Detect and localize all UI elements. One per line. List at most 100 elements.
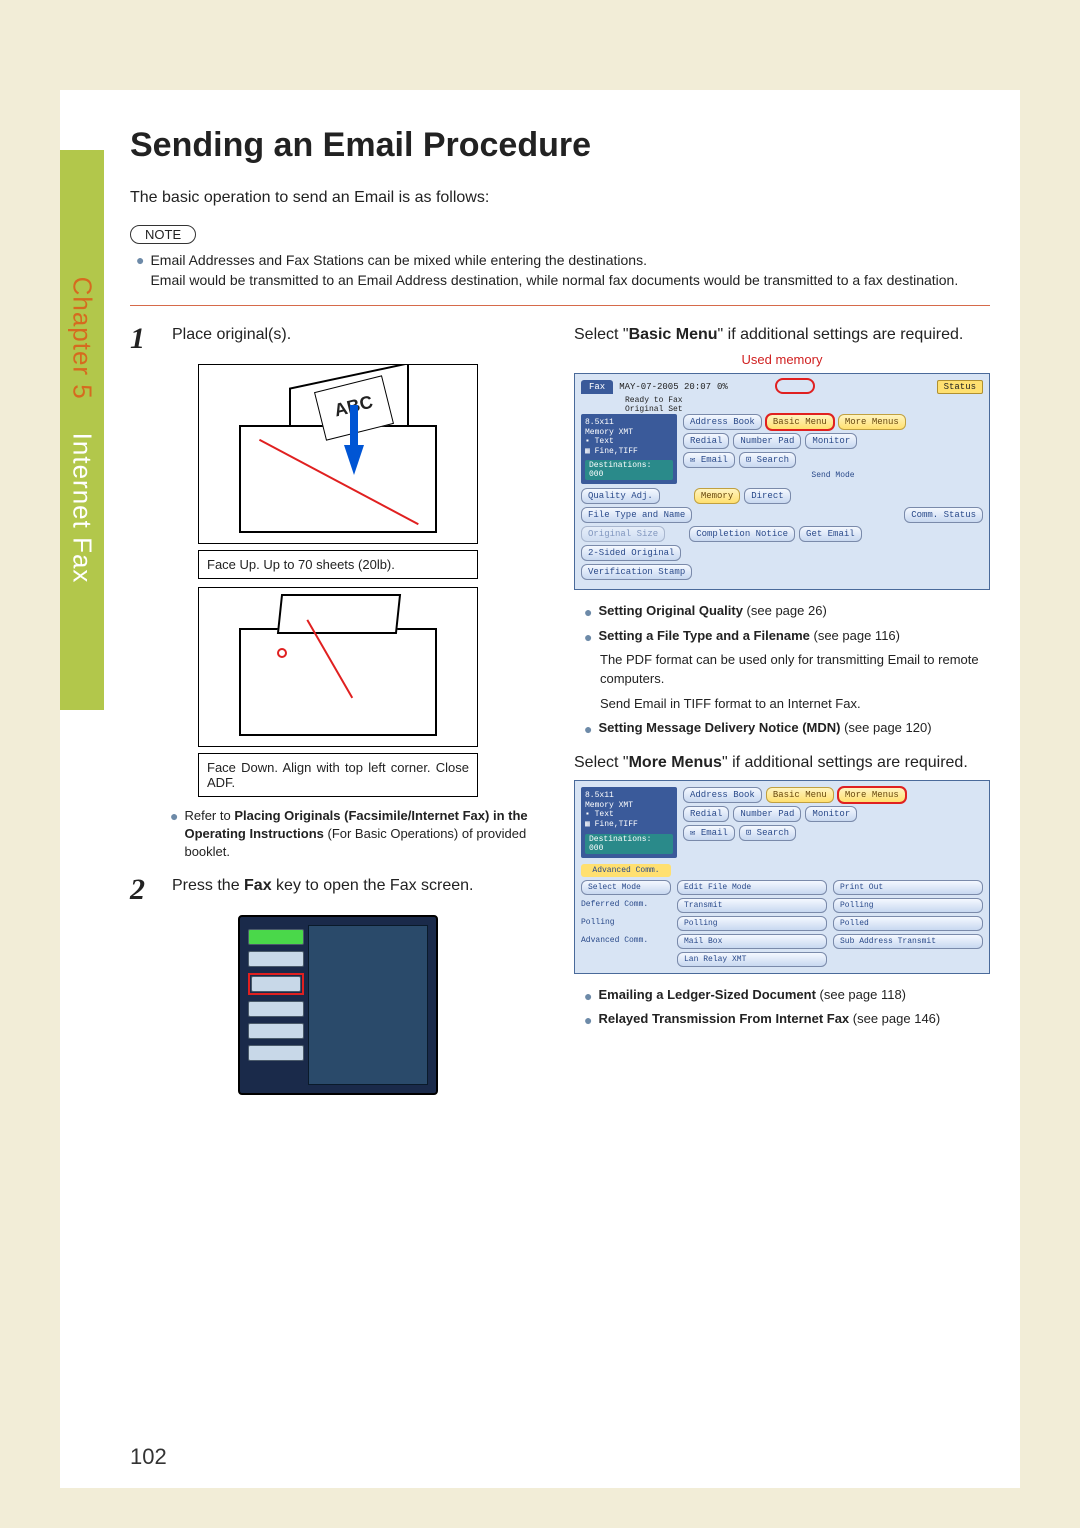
bullet-icon: ● [584,1010,592,1030]
bullet-icon: ● [584,602,592,622]
section-label: Internet Fax [68,433,98,584]
destinations-badge[interactable]: Destinations: 000 [585,460,673,480]
used-memory-label: Used memory [574,352,990,367]
status-button[interactable]: Status [937,380,983,394]
transmit-button[interactable]: Transmit [677,898,827,913]
caption-facedown: Face Down. Align with top left corner. C… [198,753,478,797]
blue-arrow-icon [344,445,364,475]
bullet-orig-quality: Setting Original Quality (see page 26) [598,602,826,622]
redial-button[interactable]: Redial [683,806,729,822]
page-title: Sending an Email Procedure [130,126,990,165]
address-book-button[interactable]: Address Book [683,787,762,803]
search-button[interactable]: ⊡ Search [739,452,796,468]
fax-screen-more: 8.5x11 Memory XMT ▪ Text ▦ Fine,TIFF Des… [574,780,990,973]
direct-button[interactable]: Direct [744,488,790,504]
print-out-button[interactable]: Print Out [833,880,983,895]
panel-button [248,951,304,967]
edit-file-mode-button[interactable]: Edit File Mode [677,880,827,895]
sub-address-button[interactable]: Sub Address Transmit [833,934,983,949]
chapter-label: Chapter 5 [68,277,98,400]
note-text: Email Addresses and Fax Stations can be … [150,250,958,291]
quality-button[interactable]: Quality Adj. [581,488,660,504]
pdf-note: The PDF format can be used only for tran… [574,651,990,689]
figure-adf-faceup: ABC Face Up. Up to 70 sheets (20lb). Fac… [198,364,478,797]
address-book-button[interactable]: Address Book [683,414,762,430]
step-2-text: Press the Fax key to open the Fax screen… [172,875,474,905]
fax-date: MAY-07-2005 20:07 [619,382,711,392]
red-circle-marker [277,648,287,658]
bullet-icon: ● [136,250,144,291]
destinations-badge[interactable]: Destinations: 000 [585,834,673,854]
number-pad-button[interactable]: Number Pad [733,433,801,449]
separator [130,305,990,306]
ready-text: Ready to Fax [625,396,983,405]
two-sided-button[interactable]: 2-Sided Original [581,545,681,561]
select-more-menus-text: Select "More Menus" if additional settin… [574,752,990,774]
polled-button[interactable]: Polled [833,916,983,931]
deferred-comm-label: Deferred Comm. [581,898,671,913]
panel-screen [308,925,428,1085]
fax-left-panel: 8.5x11 Memory XMT ▪ Text ▦ Fine,TIFF Des… [581,414,677,484]
lan-relay-button[interactable]: Lan Relay XMT [677,952,827,967]
advanced-comm-label: Advanced Comm. [581,934,671,967]
fax-memory-pct: 0% [717,382,728,392]
bullet-relay: Relayed Transmission From Internet Fax (… [598,1010,940,1030]
bullet-filetype: Setting a File Type and a Filename (see … [598,627,900,647]
origset-text: Original Set [625,405,983,414]
step-1-number: 1 [130,324,158,354]
get-email-button[interactable]: Get Email [799,526,862,542]
panel-button [248,1023,304,1039]
advanced-comm-label: Advanced Comm. [581,864,671,877]
more-menus-button[interactable]: More Menus [838,787,906,803]
memory-button[interactable]: Memory [694,488,740,504]
select-basic-menu-text: Select "Basic Menu" if additional settin… [574,324,990,346]
bullet-icon: ● [584,719,592,739]
bullet-ledger: Emailing a Ledger-Sized Document (see pa… [598,986,906,1006]
email-button[interactable]: ✉ Email [683,825,735,841]
fax-left-panel: 8.5x11 Memory XMT ▪ Text ▦ Fine,TIFF Des… [581,787,677,857]
page-number: 102 [130,1444,167,1470]
step-1-text: Place original(s). [172,324,291,354]
search-button[interactable]: ⊡ Search [739,825,796,841]
bullet-icon: ● [584,627,592,647]
bullet-icon: ● [170,807,178,862]
left-column: 1 Place original(s). ABC Face Up. Up to … [130,324,546,1104]
filetype-button[interactable]: File Type and Name [581,507,692,523]
polling-label: Polling [581,916,671,931]
polling-button[interactable]: Polling [677,916,827,931]
basic-menu-button[interactable]: Basic Menu [766,787,834,803]
more-menus-button[interactable]: More Menus [838,414,906,430]
monitor-button[interactable]: Monitor [805,433,857,449]
polling-button[interactable]: Polling [833,898,983,913]
redial-button[interactable]: Redial [683,433,729,449]
panel-button [248,1001,304,1017]
panel-button [248,1045,304,1061]
intro-text: The basic operation to send an Email is … [130,189,990,207]
note-block: NOTE ● Email Addresses and Fax Stations … [130,225,990,291]
refer-text: Refer to Placing Originals (Facsimile/In… [184,807,546,862]
step-2-number: 2 [130,875,158,905]
panel-button [248,929,304,945]
chapter-side-tab: Chapter 5 Internet Fax [60,150,104,710]
basic-menu-button[interactable]: Basic Menu [766,414,834,430]
monitor-button[interactable]: Monitor [805,806,857,822]
fax-key-highlight [248,973,304,995]
select-mode-button[interactable]: Select Mode [581,880,671,895]
verification-stamp-button[interactable]: Verification Stamp [581,564,692,580]
caption-faceup: Face Up. Up to 70 sheets (20lb). [198,550,478,579]
bullet-icon: ● [584,986,592,1006]
mailbox-button[interactable]: Mail Box [677,934,827,949]
page-body: Sending an Email Procedure The basic ope… [60,90,1020,1488]
right-column: Select "Basic Menu" if additional settin… [574,324,990,1104]
email-button[interactable]: ✉ Email [683,452,735,468]
tiff-note: Send Email in TIFF format to an Internet… [574,695,990,714]
bullet-mdn: Setting Message Delivery Notice (MDN) (s… [598,719,931,739]
fax-tab[interactable]: Fax [581,380,613,394]
comm-status-button[interactable]: Comm. Status [904,507,983,523]
control-panel-figure [238,915,438,1095]
fax-screen-basic: Fax MAY-07-2005 20:07 0% Status Ready to… [574,373,990,590]
original-size-button[interactable]: Original Size [581,526,665,542]
completion-notice-button[interactable]: Completion Notice [689,526,795,542]
note-badge: NOTE [130,225,196,244]
number-pad-button[interactable]: Number Pad [733,806,801,822]
